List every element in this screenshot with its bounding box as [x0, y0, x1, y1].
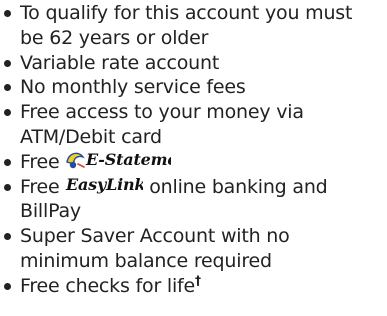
item-text-line: Super Saver Account with no	[20, 225, 290, 248]
item-suffix: online banking and	[149, 175, 328, 198]
item-text-line: be 62 years or older	[20, 26, 209, 49]
list-item: Free access to your money via ATM/Debit …	[0, 100, 387, 150]
item-text-line: Variable rate account	[20, 51, 220, 74]
list-item: Free EasyLink online banking and BillPay	[0, 175, 387, 225]
logo-text: E-Statements	[85, 150, 171, 169]
bullet-icon	[4, 84, 11, 92]
item-prefix: Free	[20, 150, 60, 173]
bullet-icon	[4, 109, 11, 117]
bullet-icon	[4, 10, 11, 17]
item-text-line: ATM/Debit card	[20, 125, 162, 148]
e-statements-logo: E-Statements	[66, 150, 171, 169]
bullet-icon	[4, 282, 11, 290]
list-item: Free E-Statements	[0, 150, 387, 175]
list-item: Variable rate account	[0, 51, 387, 76]
item-text-line: minimum balance required	[20, 249, 272, 272]
feature-list: To qualify for this account you must be …	[0, 1, 387, 299]
logo-swirl-icon	[66, 152, 86, 166]
list-item: Free checks for life†	[0, 274, 387, 299]
footnote-dagger: †	[195, 273, 201, 288]
easylink-logo: EasyLink	[65, 175, 143, 194]
item-text-line: No monthly service fees	[20, 76, 246, 99]
item-text-line: BillPay	[20, 200, 81, 223]
item-text-line: Free checks for life	[20, 274, 196, 297]
list-item: To qualify for this account you must be …	[0, 1, 387, 51]
item-text-line: To qualify for this account you must	[20, 2, 353, 24]
list-item: No monthly service fees	[0, 75, 387, 100]
bullet-icon	[4, 158, 11, 166]
bullet-icon	[4, 183, 11, 191]
item-prefix: Free	[20, 175, 60, 198]
bullet-icon	[4, 233, 11, 241]
item-text-line: Free access to your money via	[20, 101, 304, 124]
bullet-icon	[4, 59, 11, 67]
logo-text: EasyLink	[65, 175, 143, 194]
list-item: Super Saver Account with no minimum bala…	[0, 224, 387, 274]
